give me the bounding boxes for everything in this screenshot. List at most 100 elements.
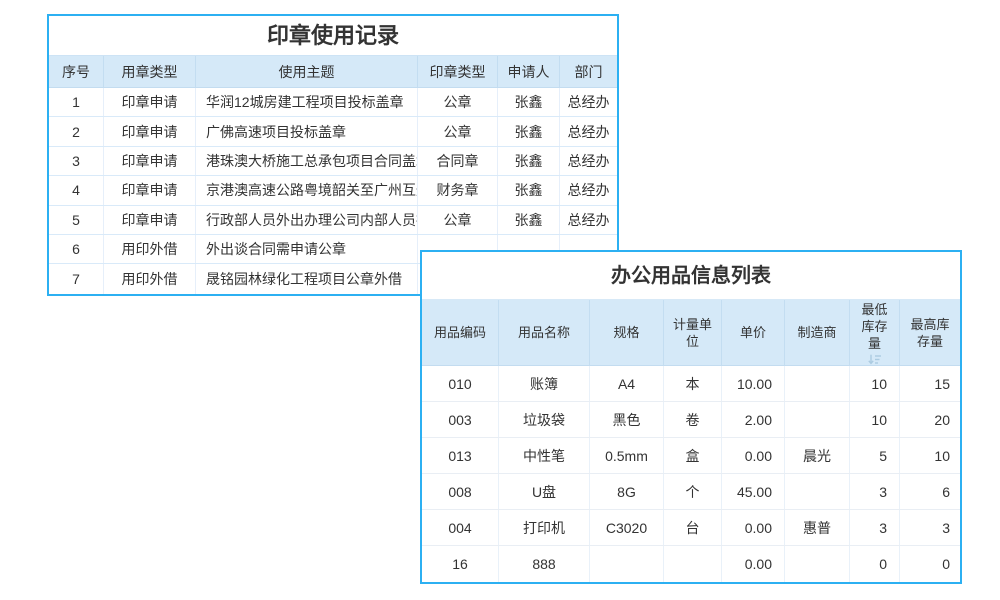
- cell-usage-type: 印章申请: [104, 147, 196, 175]
- cell-unit: 本: [664, 366, 722, 401]
- item-code-link[interactable]: 003: [422, 402, 499, 437]
- cell-max-stock: 15: [900, 366, 960, 401]
- cell-spec: A4: [590, 366, 664, 401]
- cell-min-stock: 3: [850, 510, 900, 545]
- cell-max-stock: 6: [900, 474, 960, 509]
- subject-link[interactable]: 外出谈合同需申请公章: [196, 235, 418, 263]
- cell-spec: 8G: [590, 474, 664, 509]
- cell-no: 4: [49, 176, 104, 204]
- cell-max-stock: 0: [900, 546, 960, 582]
- col-header-price[interactable]: 单价: [722, 300, 785, 365]
- col-header-maker[interactable]: 制造商: [785, 300, 850, 365]
- cell-spec: 0.5mm: [590, 438, 664, 473]
- subject-link[interactable]: 广佛高速项目投标盖章: [196, 117, 418, 145]
- cell-seal-type: 合同章: [418, 147, 498, 175]
- cell-price: 2.00: [722, 402, 785, 437]
- cell-min-stock: 3: [850, 474, 900, 509]
- col-header-item-name[interactable]: 用品名称: [499, 300, 590, 365]
- cell-seal-type: 财务章: [418, 176, 498, 204]
- item-code-link[interactable]: 010: [422, 366, 499, 401]
- table-row: 003 垃圾袋 黑色 卷 2.00 10 20: [422, 402, 960, 438]
- cell-seal-type: 公章: [418, 206, 498, 234]
- item-name-link[interactable]: 垃圾袋: [499, 402, 590, 437]
- cell-price: 45.00: [722, 474, 785, 509]
- col-header-usage-type: 用章类型: [104, 56, 196, 87]
- cell-no: 7: [49, 264, 104, 293]
- table-row: 004 打印机 C3020 台 0.00 惠普 3 3: [422, 510, 960, 546]
- cell-dept: 总经办: [560, 147, 617, 175]
- cell-dept: 总经办: [560, 206, 617, 234]
- cell-unit: 个: [664, 474, 722, 509]
- cell-min-stock: 10: [850, 366, 900, 401]
- cell-usage-type: 印章申请: [104, 176, 196, 204]
- col-header-spec[interactable]: 规格: [590, 300, 664, 365]
- cell-max-stock: 20: [900, 402, 960, 437]
- subject-link[interactable]: 港珠澳大桥施工总承包项目合同盖章: [196, 147, 418, 175]
- subject-link[interactable]: 京港澳高速公路粤境韶关至广州互通: [196, 176, 418, 204]
- cell-spec: 黑色: [590, 402, 664, 437]
- item-code-link[interactable]: 16: [422, 546, 499, 582]
- col-header-min-stock[interactable]: 最低库存量: [850, 300, 900, 365]
- col-header-unit[interactable]: 计量单位: [664, 300, 722, 365]
- table-row: 3 印章申请 港珠澳大桥施工总承包项目合同盖章 合同章 张鑫 总经办: [49, 147, 617, 176]
- item-name-link[interactable]: 888: [499, 546, 590, 582]
- cell-min-stock: 10: [850, 402, 900, 437]
- cell-maker: 惠普: [785, 510, 850, 545]
- seal-table-header-row: 序号 用章类型 使用主题 印章类型 申请人 部门: [49, 56, 617, 88]
- applicant-link[interactable]: 张鑫: [498, 88, 560, 116]
- cell-max-stock: 10: [900, 438, 960, 473]
- col-header-item-code[interactable]: 用品编码: [422, 300, 499, 365]
- cell-min-stock: 0: [850, 546, 900, 582]
- item-code-link[interactable]: 008: [422, 474, 499, 509]
- cell-max-stock: 3: [900, 510, 960, 545]
- table-row: 013 中性笔 0.5mm 盒 0.00 晨光 5 10: [422, 438, 960, 474]
- cell-price: 0.00: [722, 546, 785, 582]
- table-row: 5 印章申请 行政部人员外出办理公司内部人员社 公章 张鑫 总经办: [49, 206, 617, 235]
- sort-amount-icon: [868, 354, 882, 365]
- table-row: 008 U盘 8G 个 45.00 3 6: [422, 474, 960, 510]
- subject-link[interactable]: 行政部人员外出办理公司内部人员社: [196, 206, 418, 234]
- cell-usage-type: 印章申请: [104, 206, 196, 234]
- cell-no: 1: [49, 88, 104, 116]
- item-name-link[interactable]: 打印机: [499, 510, 590, 545]
- table-row: 2 印章申请 广佛高速项目投标盖章 公章 张鑫 总经办: [49, 117, 617, 146]
- cell-no: 3: [49, 147, 104, 175]
- item-code-link[interactable]: 004: [422, 510, 499, 545]
- subject-link[interactable]: 华润12城房建工程项目投标盖章: [196, 88, 418, 116]
- col-header-subject: 使用主题: [196, 56, 418, 87]
- item-name-link[interactable]: 中性笔: [499, 438, 590, 473]
- table-row: 1 印章申请 华润12城房建工程项目投标盖章 公章 张鑫 总经办: [49, 88, 617, 117]
- item-name-link[interactable]: 账簿: [499, 366, 590, 401]
- applicant-link[interactable]: 张鑫: [498, 117, 560, 145]
- item-name-link[interactable]: U盘: [499, 474, 590, 509]
- cell-no: 2: [49, 117, 104, 145]
- cell-maker: [785, 402, 850, 437]
- applicant-link[interactable]: 张鑫: [498, 147, 560, 175]
- cell-no: 6: [49, 235, 104, 263]
- cell-no: 5: [49, 206, 104, 234]
- subject-link[interactable]: 晟铭园林绿化工程项目公章外借: [196, 264, 418, 293]
- cell-seal-type: 公章: [418, 117, 498, 145]
- cell-unit: 盒: [664, 438, 722, 473]
- seal-table-title: 印章使用记录: [49, 16, 617, 56]
- applicant-link[interactable]: 张鑫: [498, 176, 560, 204]
- supplies-table-title: 办公用品信息列表: [422, 252, 960, 300]
- cell-price: 0.00: [722, 510, 785, 545]
- min-stock-header-label: 最低库存量: [857, 301, 892, 352]
- col-header-dept: 部门: [560, 56, 617, 87]
- cell-dept: 总经办: [560, 117, 617, 145]
- cell-unit: [664, 546, 722, 582]
- cell-spec: C3020: [590, 510, 664, 545]
- cell-usage-type: 用印外借: [104, 235, 196, 263]
- cell-usage-type: 印章申请: [104, 117, 196, 145]
- table-row: 010 账簿 A4 本 10.00 10 15: [422, 366, 960, 402]
- cell-usage-type: 用印外借: [104, 264, 196, 293]
- cell-seal-type: 公章: [418, 88, 498, 116]
- applicant-link[interactable]: 张鑫: [498, 206, 560, 234]
- col-header-no: 序号: [49, 56, 104, 87]
- col-header-max-stock[interactable]: 最高库存量: [900, 300, 960, 365]
- cell-unit: 台: [664, 510, 722, 545]
- cell-unit: 卷: [664, 402, 722, 437]
- office-supplies-card: 办公用品信息列表 用品编码 用品名称 规格 计量单位 单价 制造商 最低库存量 …: [420, 250, 962, 584]
- item-code-link[interactable]: 013: [422, 438, 499, 473]
